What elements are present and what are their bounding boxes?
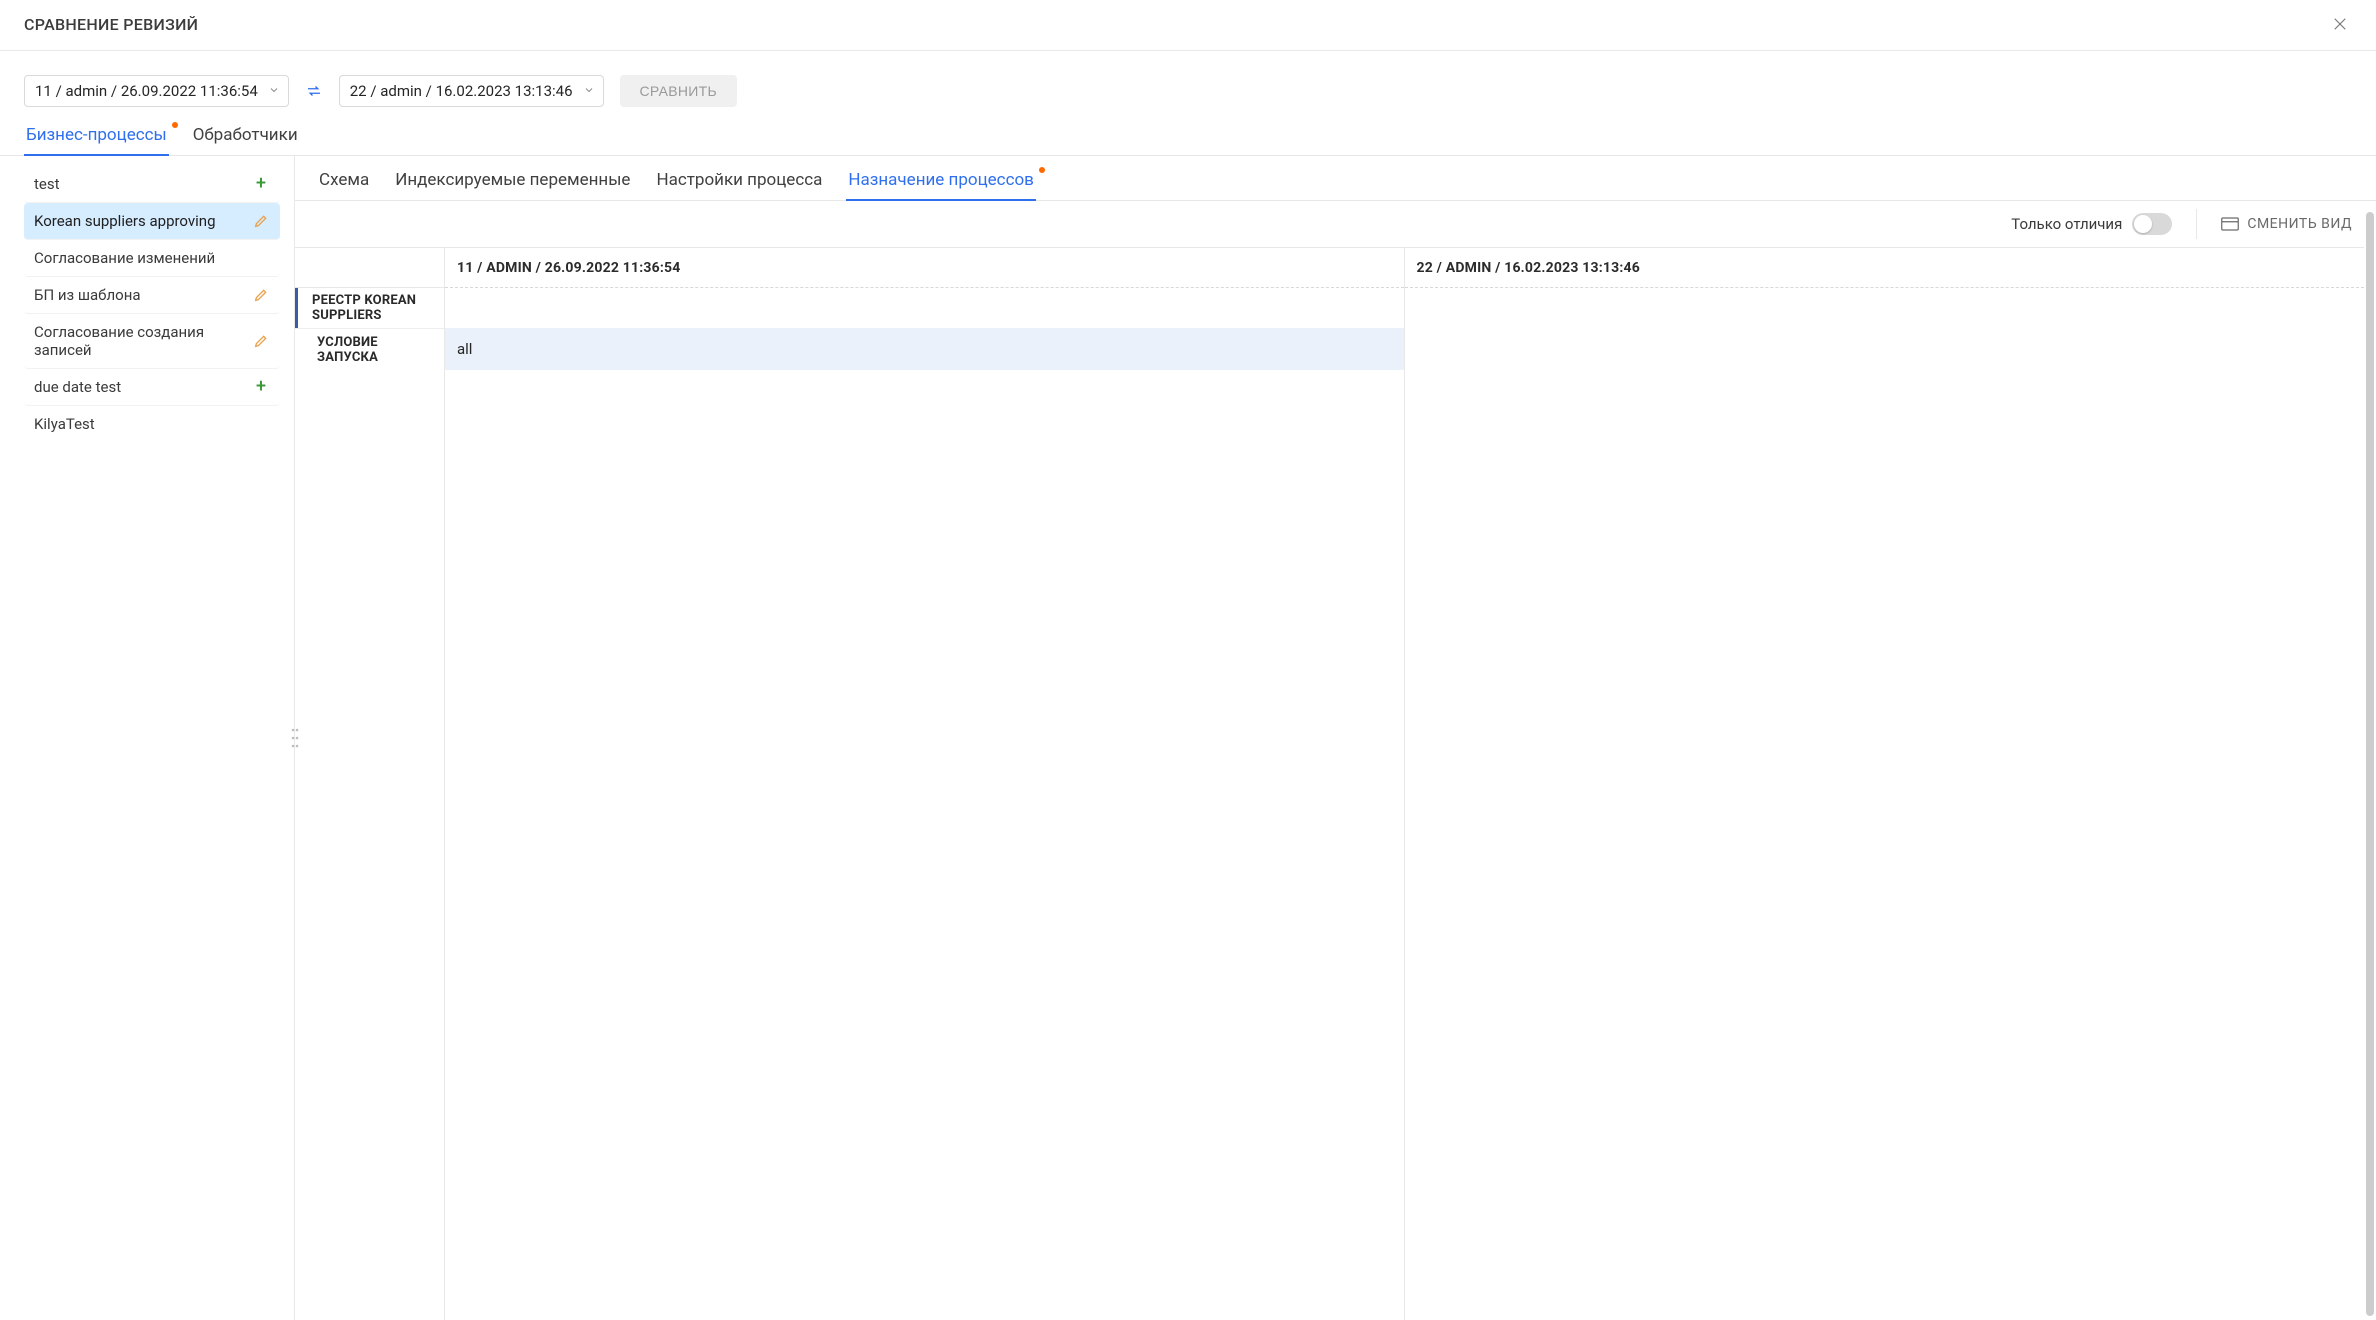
swap-icon [305, 82, 323, 100]
empty-cell [445, 288, 1404, 328]
modified-indicator-icon [172, 122, 178, 128]
swap-revisions-button[interactable] [305, 82, 323, 100]
chevron-down-icon [268, 82, 280, 100]
process-list-item[interactable]: БП из шаблона [24, 277, 280, 314]
process-label: Согласование изменений [34, 249, 215, 267]
column-header-empty [295, 248, 444, 288]
revision-right-select[interactable]: 22 / admin / 16.02.2023 13:13:46 [339, 75, 604, 107]
revision-right-value: 22 / admin / 16.02.2023 13:13:46 [350, 82, 573, 100]
comparison-right-value [1405, 328, 2365, 370]
comparison-left-header: 11 / ADMIN / 26.09.2022 11:36:54 [445, 248, 1404, 288]
tab-business-processes[interactable]: Бизнес-процессы [24, 125, 169, 155]
comparison-right-header: 22 / ADMIN / 16.02.2023 13:13:46 [1405, 248, 2365, 288]
modified-indicator-icon [1039, 167, 1045, 173]
process-label: Согласование создания записей [34, 323, 253, 359]
process-list-sidebar: test + Korean suppliers approving Соглас… [0, 156, 295, 1320]
tab-label: Обработчики [193, 125, 298, 145]
comparison-left-column: 11 / ADMIN / 26.09.2022 11:36:54 all [445, 248, 1405, 1320]
process-list-item[interactable]: Korean suppliers approving [24, 203, 280, 240]
divider [2196, 209, 2197, 239]
close-icon [2331, 15, 2349, 33]
comparison-row-label: УСЛОВИЕ ЗАПУСКА [295, 328, 444, 370]
tab-label: Индексируемые переменные [395, 170, 630, 190]
process-label: KilyaTest [34, 415, 95, 433]
scrollbar[interactable] [2366, 212, 2374, 1316]
revision-left-select[interactable]: 11 / admin / 26.09.2022 11:36:54 [24, 75, 289, 107]
layout-icon [2221, 217, 2239, 231]
process-label: due date test [34, 378, 121, 396]
process-list-item[interactable]: test + [24, 166, 280, 203]
comparison-labels-column: РЕЕСТР KOREAN SUPPLIERS УСЛОВИЕ ЗАПУСКА [295, 248, 445, 1320]
page-title: СРАВНЕНИЕ РЕВИЗИЙ [24, 15, 198, 34]
tab-handlers[interactable]: Обработчики [191, 125, 300, 155]
process-label: БП из шаблона [34, 286, 141, 304]
tab-process-assignment[interactable]: Назначение процессов [846, 170, 1036, 200]
splitter-icon [291, 724, 299, 752]
detail-tabs: Схема Индексируемые переменные Настройки… [317, 170, 2354, 200]
process-list-item[interactable]: KilyaTest [24, 406, 280, 442]
close-button[interactable] [2328, 12, 2352, 36]
splitter-handle[interactable] [291, 720, 299, 756]
process-list-item[interactable]: Согласование создания записей [24, 314, 280, 369]
pencil-icon [252, 213, 270, 229]
process-list-item[interactable]: due date test + [24, 369, 280, 406]
pencil-icon [253, 333, 270, 349]
pencil-icon [252, 287, 270, 303]
tab-indexed-vars[interactable]: Индексируемые переменные [393, 170, 632, 200]
plus-icon: + [252, 378, 270, 396]
empty-cell [1405, 288, 2365, 328]
tab-label: Бизнес-процессы [26, 125, 167, 145]
comparison-left-value: all [445, 328, 1404, 370]
comparison-group-label: РЕЕСТР KOREAN SUPPLIERS [295, 288, 444, 328]
tab-label: Назначение процессов [848, 170, 1034, 190]
category-tabs: Бизнес-процессы Обработчики [0, 125, 2376, 156]
tab-process-settings[interactable]: Настройки процесса [654, 170, 824, 200]
compare-button[interactable]: СРАВНИТЬ [620, 75, 738, 107]
comparison-grid: РЕЕСТР KOREAN SUPPLIERS УСЛОВИЕ ЗАПУСКА … [295, 247, 2364, 1320]
tab-schema[interactable]: Схема [317, 170, 371, 200]
change-view-button[interactable]: СМЕНИТЬ ВИД [2221, 216, 2376, 232]
change-view-label: СМЕНИТЬ ВИД [2247, 216, 2352, 232]
only-diff-toggle[interactable] [2132, 213, 2172, 235]
chevron-down-icon [583, 82, 595, 100]
revision-left-value: 11 / admin / 26.09.2022 11:36:54 [35, 82, 258, 100]
comparison-right-column: 22 / ADMIN / 16.02.2023 13:13:46 [1405, 248, 2365, 1320]
process-list-item[interactable]: Согласование изменений [24, 240, 280, 277]
tab-label: Настройки процесса [656, 170, 822, 190]
tab-label: Схема [319, 170, 369, 190]
process-label: Korean suppliers approving [34, 212, 216, 230]
process-label: test [34, 175, 60, 193]
only-diff-label: Только отличия [2011, 215, 2122, 233]
plus-icon: + [252, 175, 270, 193]
